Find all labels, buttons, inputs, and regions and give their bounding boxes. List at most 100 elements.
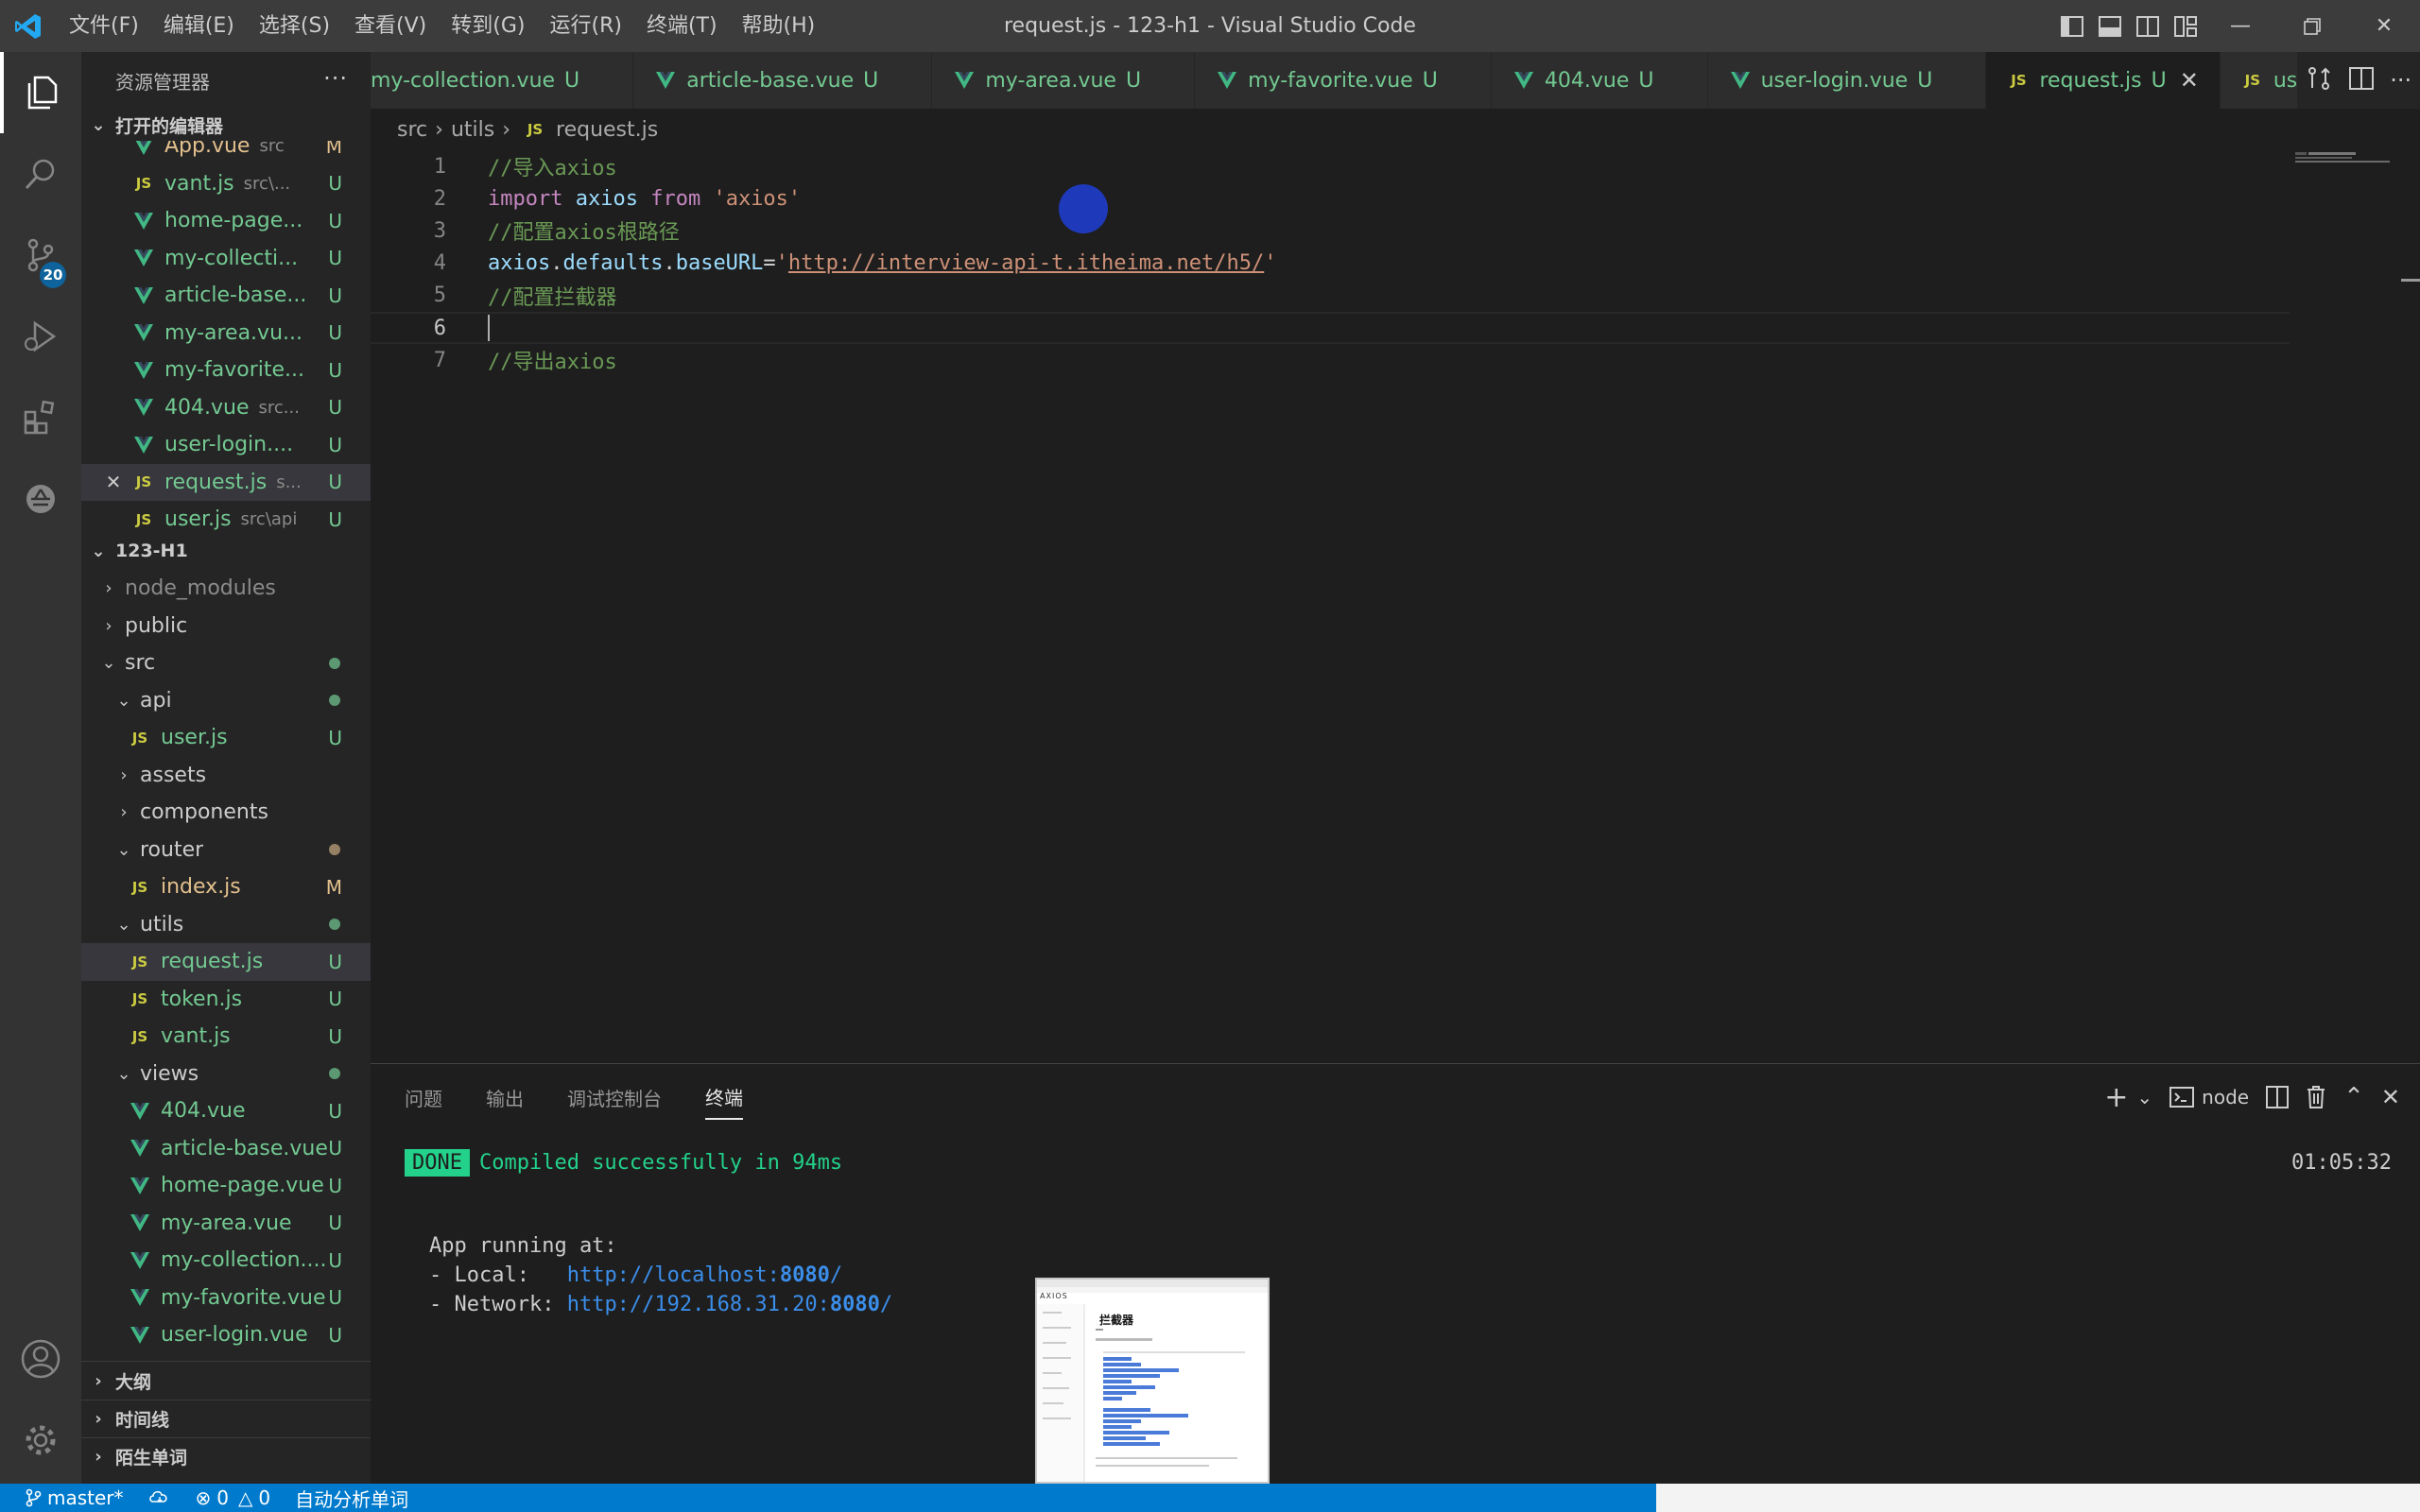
open-editor-item[interactable]: my-collecti... U xyxy=(81,240,371,278)
customize-layout-icon[interactable] xyxy=(2167,0,2204,52)
code-editor[interactable]: 1 //导入axios 2 import axios from 'axios' 3 //配… xyxy=(371,150,2420,1063)
open-editor-item[interactable]: my-area.vu... U xyxy=(81,315,371,352)
minimize-button[interactable]: — xyxy=(2204,0,2276,52)
file-item[interactable]: user-login.vue U xyxy=(81,1316,371,1354)
code-line[interactable]: 6 xyxy=(371,312,2290,344)
network-url-link[interactable]: http://192.168.31.20:8080/ xyxy=(567,1293,892,1316)
more-actions-icon[interactable]: ··· xyxy=(323,65,348,92)
extensions-icon[interactable] xyxy=(0,377,81,458)
editor-tab[interactable]: user-login.vueU✕ xyxy=(1707,52,1987,109)
code-line[interactable]: 1 //导入axios xyxy=(371,150,2290,182)
project-header[interactable]: ⌄ 123-H1 xyxy=(81,532,371,570)
split-terminal-icon[interactable] xyxy=(2257,1064,2297,1130)
folder-item[interactable]: ⌄ api xyxy=(81,682,371,720)
code-line[interactable]: 7 //导出axios xyxy=(371,344,2290,376)
file-item[interactable]: 404.vue U xyxy=(81,1092,371,1130)
menu-item[interactable]: 终端(T) xyxy=(634,0,730,52)
code-line[interactable]: 2 import axios from 'axios' xyxy=(371,182,2290,215)
code-line[interactable]: 5 //配置拦截器 xyxy=(371,280,2290,312)
timeline-header[interactable]: › 时间线 xyxy=(81,1400,371,1437)
editor-tab[interactable]: my-collection.vueU✕ xyxy=(371,52,634,109)
menu-item[interactable]: 查看(V) xyxy=(342,0,439,52)
folder-item[interactable]: ⌄ views xyxy=(81,1056,371,1093)
problems-indicator[interactable]: ⊗ 0 △ 0 xyxy=(196,1486,271,1509)
menu-item[interactable]: 编辑(E) xyxy=(151,0,247,52)
more-actions-icon[interactable]: ··· xyxy=(2390,67,2411,94)
minimap[interactable] xyxy=(2295,150,2399,169)
split-editor-icon[interactable] xyxy=(2348,67,2374,94)
manage-gear-icon[interactable] xyxy=(0,1400,81,1481)
branch-indicator[interactable]: master* xyxy=(25,1486,124,1509)
folder-item[interactable]: ⌄ utils xyxy=(81,906,371,944)
code-line[interactable]: 4 axios.defaults.baseURL='http://intervie… xyxy=(371,248,2290,280)
run-debug-icon[interactable] xyxy=(0,296,81,377)
file-item[interactable]: JS token.js U xyxy=(81,981,371,1019)
folder-item[interactable]: › public xyxy=(81,608,371,645)
open-editor-item[interactable]: user-login.... U xyxy=(81,426,371,464)
editor-tab[interactable]: my-favorite.vueU✕ xyxy=(1195,52,1492,109)
search-icon[interactable] xyxy=(0,133,81,215)
breadcrumb-src[interactable]: src xyxy=(397,118,427,142)
terminal-shell-selector[interactable]: node xyxy=(2161,1064,2257,1130)
menu-item[interactable]: 转到(G) xyxy=(439,0,537,52)
open-editor-item[interactable]: home-page... U xyxy=(81,202,371,240)
panel-tab[interactable]: 输出 xyxy=(486,1076,524,1119)
file-item[interactable]: JS index.js M xyxy=(81,868,371,906)
file-item[interactable]: JS vant.js U xyxy=(81,1018,371,1056)
kill-terminal-trash-icon[interactable] xyxy=(2297,1064,2335,1130)
source-control-icon[interactable]: 20 xyxy=(0,215,81,296)
panel-tab[interactable]: 终端 xyxy=(705,1075,743,1120)
terminal-output[interactable]: DONE Compiled successfully in 94ms 01:05:… xyxy=(405,1149,2392,1316)
file-item[interactable]: article-base.vue U xyxy=(81,1130,371,1168)
account-icon[interactable] xyxy=(0,1318,81,1400)
open-editor-item[interactable]: 404.vue src... U xyxy=(81,389,371,427)
close-tab-icon[interactable]: ✕ xyxy=(2180,67,2199,94)
panel-tab[interactable]: 问题 xyxy=(405,1076,442,1119)
breadcrumb-utils[interactable]: utils xyxy=(451,118,494,142)
file-item[interactable]: my-collection.... U xyxy=(81,1242,371,1280)
sync-icon[interactable] xyxy=(148,1488,171,1507)
unknown-words-header[interactable]: › 陌生单词 xyxy=(81,1437,371,1475)
remote-explorer-icon[interactable] xyxy=(0,458,81,540)
file-item[interactable]: JS request.js U xyxy=(81,943,371,981)
breadcrumb-file[interactable]: request.js xyxy=(556,118,658,142)
menu-item[interactable]: 帮助(H) xyxy=(730,0,828,52)
menu-item[interactable]: 文件(F) xyxy=(57,0,151,52)
chevron-down-icon[interactable]: ⌄ xyxy=(2136,1064,2161,1130)
open-editor-item[interactable]: App.vue src M xyxy=(81,141,371,165)
editor-tab[interactable]: article-base.vueU✕ xyxy=(633,52,933,109)
folder-item[interactable]: ⌄ router xyxy=(81,832,371,869)
outline-header[interactable]: › 大纲 xyxy=(81,1362,371,1400)
file-item[interactable]: JS user.js U xyxy=(81,719,371,757)
close-icon[interactable]: ✕ xyxy=(102,471,125,493)
local-url-link[interactable]: http://localhost:8080/ xyxy=(567,1263,842,1287)
folder-item[interactable]: ⌄ src xyxy=(81,644,371,682)
close-panel-icon[interactable]: ✕ xyxy=(2373,1064,2409,1130)
new-terminal-icon[interactable]: + xyxy=(2096,1064,2136,1130)
open-editor-item[interactable]: JS vant.js src\... U xyxy=(81,165,371,203)
menu-item[interactable]: 选择(S) xyxy=(247,0,342,52)
open-editor-item[interactable]: ✕ JS request.js s... U xyxy=(81,463,371,501)
menu-item[interactable]: 运行(R) xyxy=(537,0,633,52)
open-editor-item[interactable]: JS user.js src\api U xyxy=(81,501,371,532)
restore-button[interactable] xyxy=(2276,0,2348,52)
panel-tab[interactable]: 调试控制台 xyxy=(567,1076,662,1119)
open-editor-item[interactable]: article-base... U xyxy=(81,277,371,315)
folder-item[interactable]: › assets xyxy=(81,757,371,795)
file-item[interactable]: my-area.vue U xyxy=(81,1205,371,1243)
close-window-button[interactable]: ✕ xyxy=(2348,0,2420,52)
auto-analyze-words[interactable]: 自动分析单词 xyxy=(295,1485,408,1512)
compare-changes-icon[interactable] xyxy=(2306,65,2332,95)
code-line[interactable]: 3 //配置axios根路径 xyxy=(371,215,2290,247)
toggle-secondary-sidebar-icon[interactable] xyxy=(2129,0,2167,52)
toggle-primary-sidebar-icon[interactable] xyxy=(2053,0,2091,52)
editor-tab[interactable]: my-area.vueU✕ xyxy=(932,52,1196,109)
folder-item[interactable]: › components xyxy=(81,794,371,832)
maximize-panel-chevron-up-icon[interactable]: ⌃ xyxy=(2335,1064,2373,1130)
open-editor-item[interactable]: my-favorite... U xyxy=(81,352,371,389)
editor-tab[interactable]: 404.vueU✕ xyxy=(1491,52,1708,109)
folder-item[interactable]: › node_modules xyxy=(81,570,371,608)
file-item[interactable]: home-page.vue U xyxy=(81,1167,371,1205)
toggle-panel-icon[interactable] xyxy=(2091,0,2129,52)
file-item[interactable]: my-favorite.vue U xyxy=(81,1280,371,1317)
